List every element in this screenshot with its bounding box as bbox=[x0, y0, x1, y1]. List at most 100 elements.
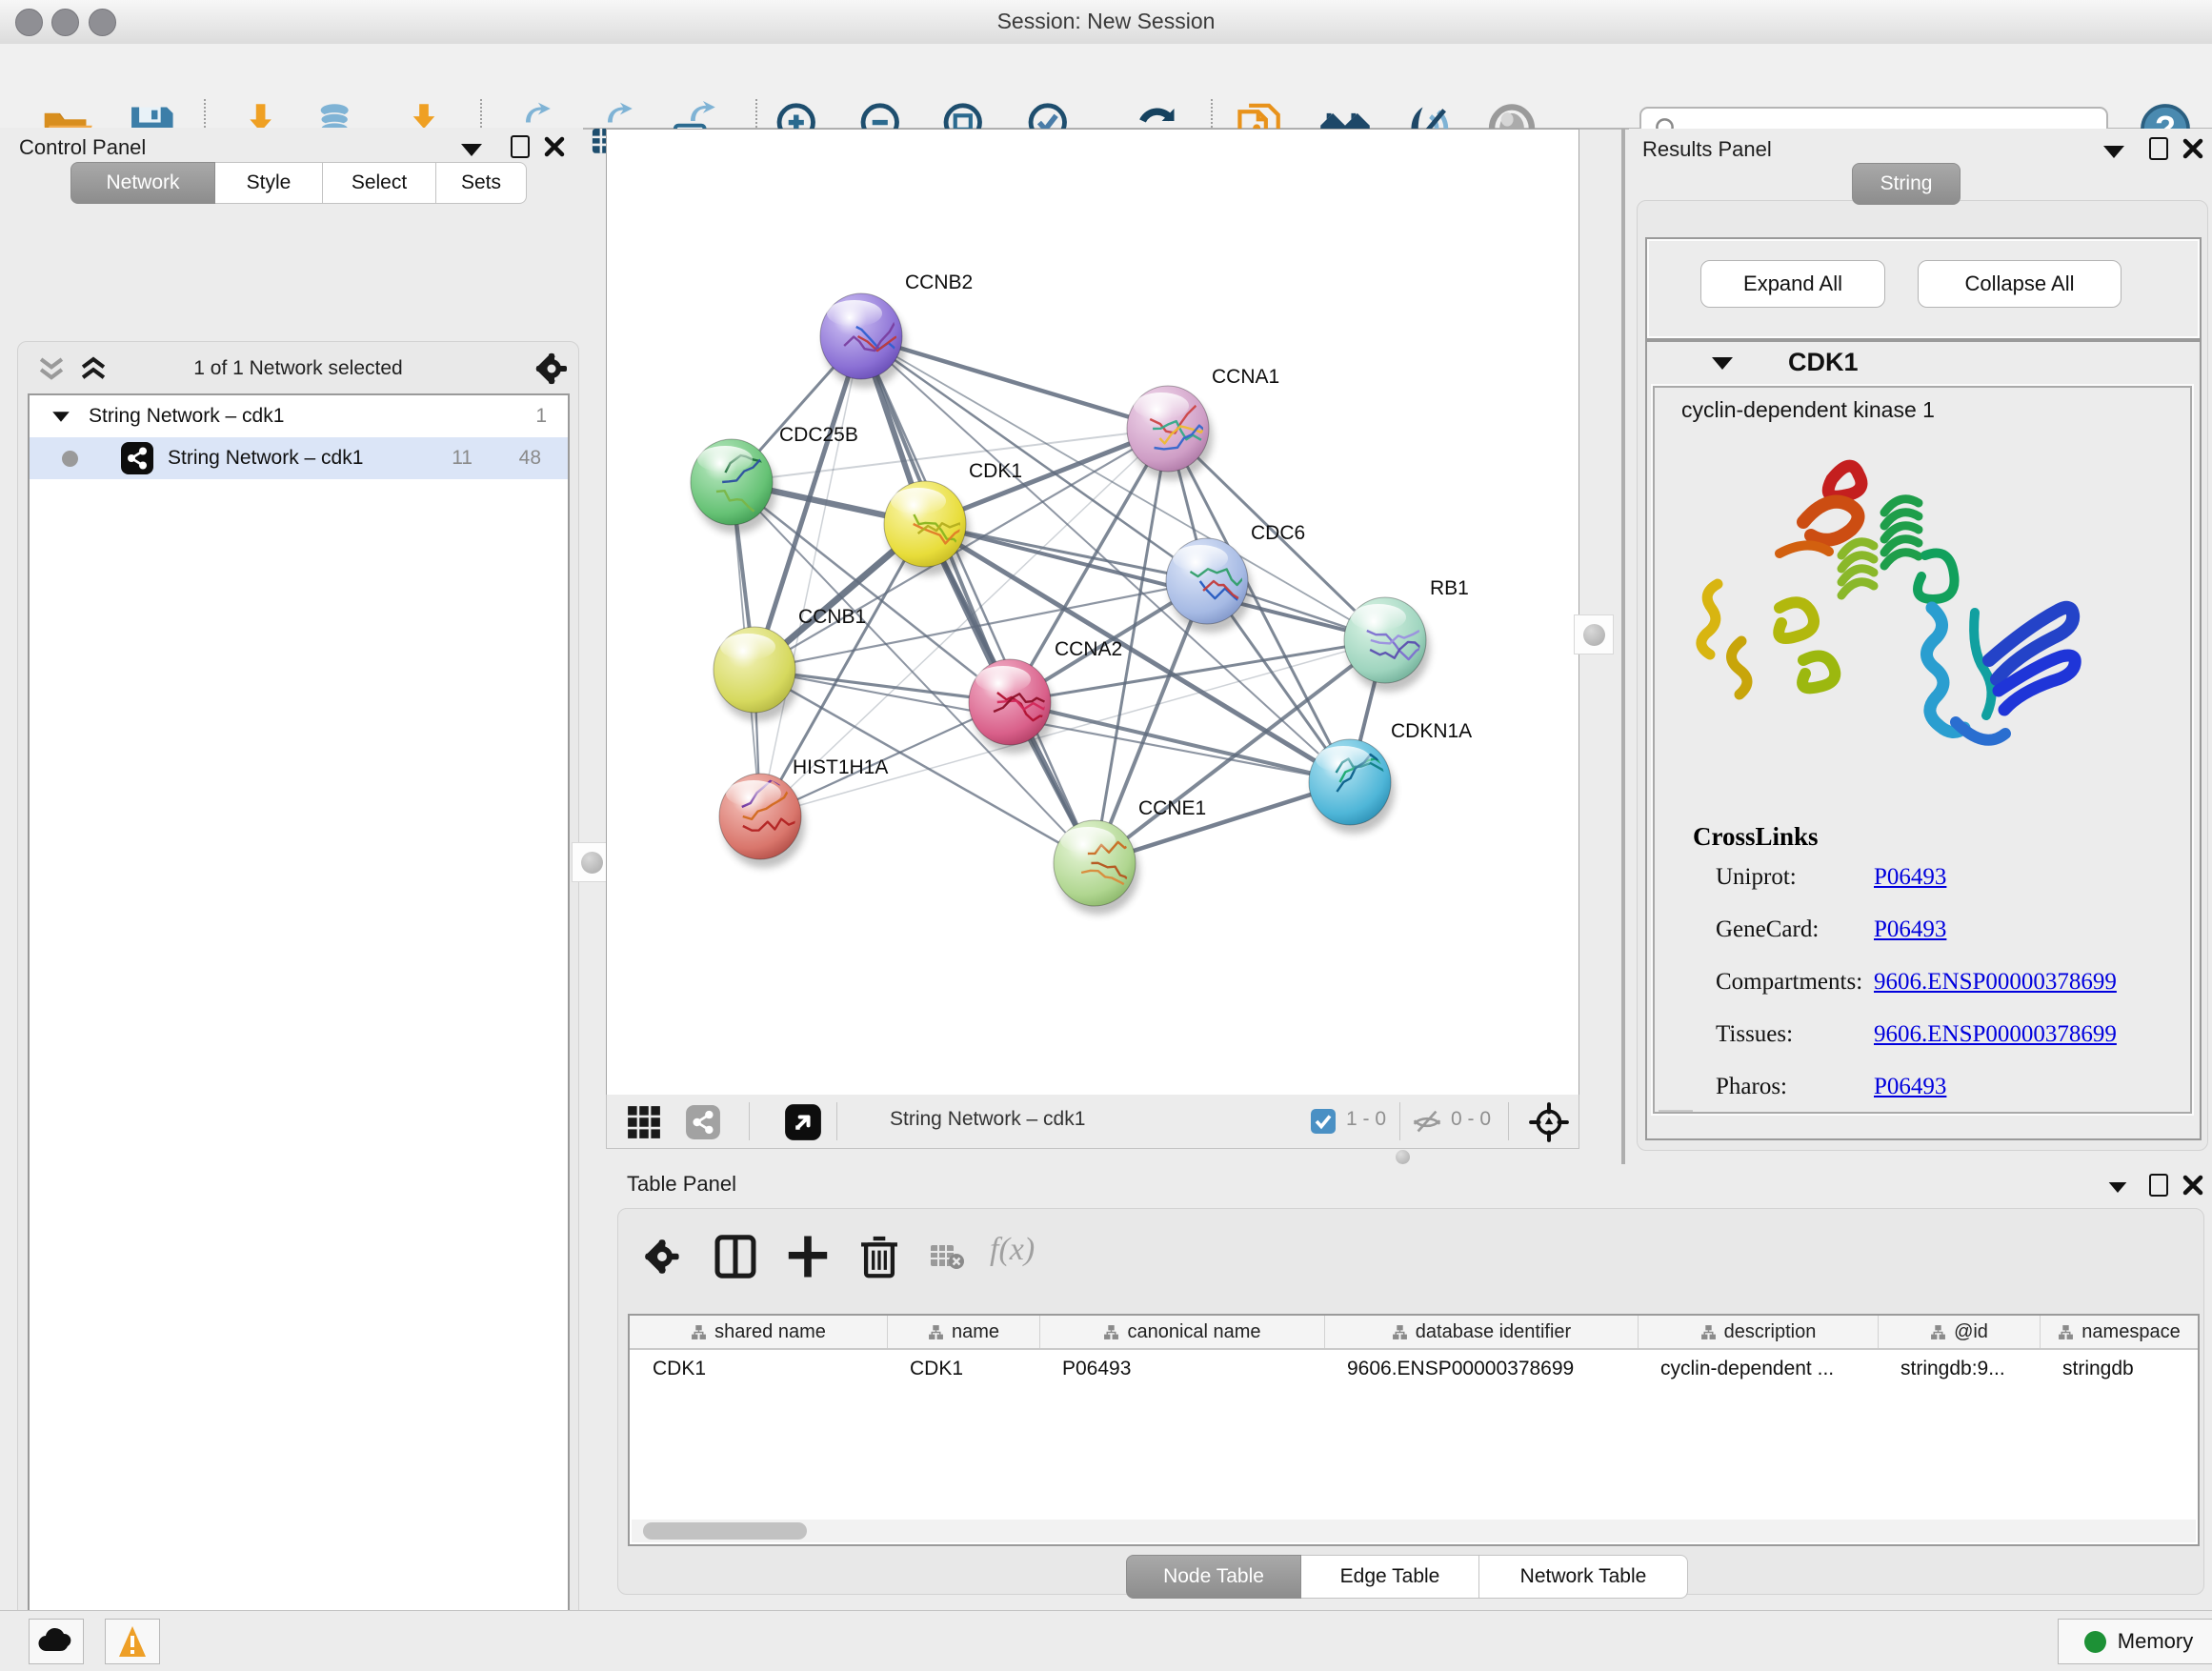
automation-cloud-button[interactable] bbox=[29, 1619, 84, 1664]
column-header-database-identifier[interactable]: database identifier bbox=[1324, 1316, 1638, 1348]
crosslink-link[interactable]: P06493 bbox=[1874, 864, 1946, 891]
node-label: CCNA2 bbox=[1055, 638, 1122, 660]
memory-button[interactable]: Memory bbox=[2058, 1619, 2212, 1664]
share-view-icon[interactable] bbox=[685, 1104, 721, 1140]
gene-name: CDK1 bbox=[1788, 348, 1859, 377]
node-gloss bbox=[720, 634, 775, 660]
network-canvas[interactable]: CCNB2CCNA1CDC25BCDK1CDC6RB1CCNB1CCNA2CDK… bbox=[606, 129, 1579, 1096]
function-builder-icon: f(x) bbox=[990, 1232, 1035, 1268]
tab-edge-table[interactable]: Edge Table bbox=[1301, 1555, 1479, 1599]
table-cell[interactable]: stringdb:9... bbox=[1878, 1350, 2040, 1388]
selected-checkbox-icon[interactable] bbox=[1310, 1108, 1337, 1135]
right-splitter-handle[interactable] bbox=[1574, 614, 1614, 654]
column-header--id[interactable]: @id bbox=[1878, 1316, 2040, 1348]
table-cell[interactable]: CDK1 bbox=[887, 1350, 1039, 1388]
table-cell[interactable]: 9606.ENSP00000378699 bbox=[1324, 1350, 1638, 1388]
collapse-panel-icon[interactable] bbox=[2103, 146, 2124, 158]
network-edge[interactable] bbox=[861, 336, 1168, 429]
network-collection-row[interactable]: String Network – cdk1 1 bbox=[30, 395, 568, 437]
crosslink-label: Pharos: bbox=[1716, 1074, 1787, 1100]
collection-label: String Network – cdk1 bbox=[89, 405, 284, 428]
network-options-gear-icon[interactable] bbox=[533, 350, 571, 388]
node-label: CCNE1 bbox=[1138, 797, 1206, 819]
crosslink-link[interactable]: 9606.ENSP00000378699 bbox=[1874, 969, 2117, 996]
protein-structure-image bbox=[1689, 441, 2089, 818]
node-gloss bbox=[1316, 746, 1371, 773]
column-header-canonical-name[interactable]: canonical name bbox=[1039, 1316, 1324, 1348]
tab-select[interactable]: Select bbox=[323, 162, 436, 204]
node-label: CCNA1 bbox=[1212, 366, 1279, 388]
node-label: CDKN1A bbox=[1391, 720, 1472, 742]
table-cell[interactable]: stringdb bbox=[2040, 1350, 2198, 1388]
crosslink-link[interactable]: P06493 bbox=[1874, 1074, 1946, 1100]
crosslinks-title: CrossLinks bbox=[1693, 822, 1819, 852]
expand-all-button[interactable]: Expand All bbox=[1700, 260, 1885, 308]
tab-style[interactable]: Style bbox=[215, 162, 323, 204]
network-graph[interactable]: CCNB2CCNA1CDC25BCDK1CDC6RB1CCNB1CCNA2CDK… bbox=[607, 130, 1579, 1095]
memory-status-icon bbox=[2084, 1631, 2106, 1653]
column-type-icon bbox=[2058, 1324, 2074, 1340]
gene-expander-icon[interactable] bbox=[1712, 357, 1733, 370]
column-type-icon bbox=[1392, 1324, 1408, 1340]
node-gloss bbox=[1060, 827, 1116, 854]
results-scrollbar-thumb[interactable] bbox=[1659, 1110, 1693, 1114]
network-edge[interactable] bbox=[1010, 702, 1350, 782]
results-panel-divider[interactable] bbox=[1621, 129, 1625, 1164]
tab-node-table[interactable]: Node Table bbox=[1126, 1555, 1301, 1599]
network-row-selected[interactable]: String Network – cdk1 11 48 bbox=[30, 437, 568, 479]
collection-expander-icon[interactable] bbox=[52, 412, 70, 421]
table-scrollbar-thumb[interactable] bbox=[643, 1522, 807, 1540]
close-panel-icon[interactable] bbox=[543, 135, 566, 158]
results-panel-title: Results Panel bbox=[1642, 137, 1772, 162]
warnings-button[interactable] bbox=[105, 1619, 160, 1664]
delete-table-icon bbox=[929, 1243, 965, 1272]
tab-sets[interactable]: Sets bbox=[436, 162, 527, 204]
network-label: String Network – cdk1 bbox=[168, 447, 363, 470]
selected-count: 1 - 0 bbox=[1346, 1108, 1386, 1131]
tab-string[interactable]: String bbox=[1852, 163, 1961, 205]
crosslink-row: Pharos: P06493 bbox=[1655, 1074, 2190, 1114]
view-toolbar-separator bbox=[1508, 1102, 1509, 1140]
table-gear-icon[interactable] bbox=[641, 1236, 683, 1278]
column-header-namespace[interactable]: namespace bbox=[2040, 1316, 2198, 1348]
tab-network[interactable]: Network bbox=[70, 162, 215, 204]
float-panel-icon[interactable] bbox=[2149, 137, 2168, 160]
main-toolbar: ? bbox=[0, 44, 2212, 130]
collapse-all-button[interactable]: Collapse All bbox=[1918, 260, 2122, 308]
grid-view-icon[interactable] bbox=[626, 1104, 662, 1140]
table-cell[interactable]: P06493 bbox=[1039, 1350, 1324, 1388]
node-label: CDK1 bbox=[969, 460, 1022, 482]
table-scrollbar[interactable] bbox=[632, 1520, 2196, 1542]
control-panel-title: Control Panel bbox=[19, 135, 146, 160]
network-edge[interactable] bbox=[861, 336, 1095, 863]
collapse-panel-icon[interactable] bbox=[461, 144, 482, 156]
float-panel-icon[interactable] bbox=[2149, 1174, 2168, 1197]
bottom-splitter-handle[interactable] bbox=[1396, 1150, 1410, 1164]
table-row[interactable]: CDK1CDK1P064939606.ENSP00000378699cyclin… bbox=[630, 1350, 2198, 1388]
delete-column-icon[interactable] bbox=[858, 1234, 900, 1279]
results-panel-tabs: String bbox=[1852, 163, 1961, 205]
show-columns-icon[interactable] bbox=[714, 1234, 757, 1279]
string-network-icon bbox=[120, 441, 154, 475]
table-cell[interactable]: CDK1 bbox=[630, 1350, 887, 1388]
table-header-row: shared namenamecanonical namedatabase id… bbox=[630, 1316, 2198, 1350]
network-edge[interactable] bbox=[760, 336, 861, 816]
crosslink-link[interactable]: 9606.ENSP00000378699 bbox=[1874, 1021, 2117, 1048]
close-panel-icon[interactable] bbox=[2182, 1174, 2204, 1197]
node-label: CCNB2 bbox=[905, 272, 973, 293]
tab-network-table[interactable]: Network Table bbox=[1479, 1555, 1688, 1599]
crosshair-icon[interactable] bbox=[1529, 1102, 1569, 1142]
column-header-name[interactable]: name bbox=[887, 1316, 1039, 1348]
table-cell[interactable]: cyclin-dependent ... bbox=[1638, 1350, 1878, 1388]
birdseye-view-icon[interactable] bbox=[784, 1103, 822, 1141]
collapse-panel-icon[interactable] bbox=[2109, 1182, 2127, 1193]
network-list: String Network – cdk1 1 String Network –… bbox=[28, 393, 570, 1671]
crosslink-link[interactable]: P06493 bbox=[1874, 916, 1946, 943]
column-header-description[interactable]: description bbox=[1638, 1316, 1878, 1348]
close-panel-icon[interactable] bbox=[2182, 137, 2204, 160]
column-header-shared-name[interactable]: shared name bbox=[630, 1316, 887, 1348]
float-panel-icon[interactable] bbox=[511, 135, 530, 158]
create-column-icon[interactable] bbox=[786, 1234, 830, 1279]
network-list-container: 1 of 1 Network selected String Network –… bbox=[17, 341, 579, 1671]
node-label: CDC25B bbox=[779, 424, 858, 446]
